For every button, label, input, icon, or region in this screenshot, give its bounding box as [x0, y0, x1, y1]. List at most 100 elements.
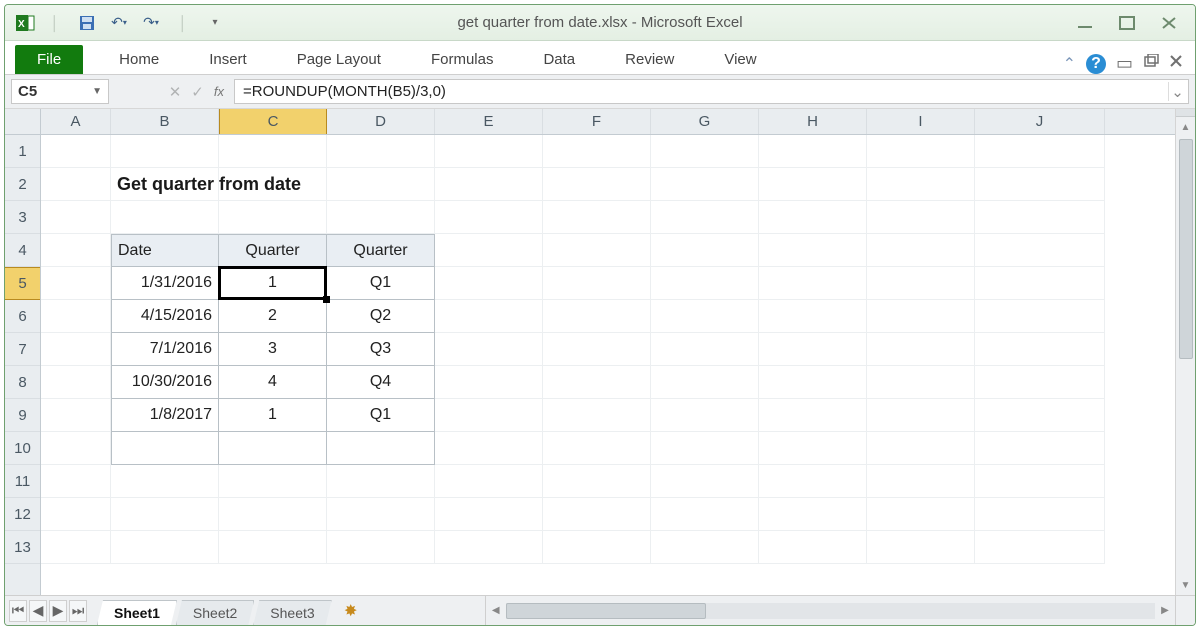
row-header-2[interactable]: 2: [5, 168, 40, 201]
cell-J10[interactable]: [975, 432, 1105, 465]
cell-E10[interactable]: [435, 432, 543, 465]
column-header-B[interactable]: B: [111, 109, 219, 134]
cell-B2[interactable]: Get quarter from date: [111, 168, 219, 201]
row-header-6[interactable]: 6: [5, 300, 40, 333]
new-sheet-button[interactable]: ✸: [337, 596, 365, 625]
fill-handle[interactable]: [323, 296, 330, 303]
cell-I11[interactable]: [867, 465, 975, 498]
cell-A9[interactable]: [41, 399, 111, 432]
sheet-tab-sheet3[interactable]: Sheet3: [253, 600, 331, 625]
cell-D1[interactable]: [327, 135, 435, 168]
cell-J12[interactable]: [975, 498, 1105, 531]
cell-H13[interactable]: [759, 531, 867, 564]
column-header-E[interactable]: E: [435, 109, 543, 134]
cell-F12[interactable]: [543, 498, 651, 531]
cell-B13[interactable]: [111, 531, 219, 564]
cell-J2[interactable]: [975, 168, 1105, 201]
cell-J1[interactable]: [975, 135, 1105, 168]
cell-H5[interactable]: [759, 267, 867, 300]
cell-E1[interactable]: [435, 135, 543, 168]
cell-A12[interactable]: [41, 498, 111, 531]
cell-E3[interactable]: [435, 201, 543, 234]
cell-D12[interactable]: [327, 498, 435, 531]
cell-H4[interactable]: [759, 234, 867, 267]
cell-H9[interactable]: [759, 399, 867, 432]
cell-J6[interactable]: [975, 300, 1105, 333]
cell-B10[interactable]: [111, 432, 219, 465]
cell-C10[interactable]: [219, 432, 327, 465]
tab-formulas[interactable]: Formulas: [427, 45, 498, 74]
row-header-3[interactable]: 3: [5, 201, 40, 234]
column-header-I[interactable]: I: [867, 109, 975, 134]
row-header-11[interactable]: 11: [5, 465, 40, 498]
cell-B11[interactable]: [111, 465, 219, 498]
cell-C4[interactable]: Quarter: [219, 234, 327, 267]
cell-I3[interactable]: [867, 201, 975, 234]
name-box[interactable]: C5 ▼: [11, 79, 109, 104]
cell-I8[interactable]: [867, 366, 975, 399]
close-button[interactable]: [1157, 15, 1181, 31]
cell-J5[interactable]: [975, 267, 1105, 300]
row-header-9[interactable]: 9: [5, 399, 40, 432]
scroll-right-icon[interactable]: ▶: [1155, 596, 1175, 625]
minimize-button[interactable]: [1073, 15, 1097, 31]
column-header-G[interactable]: G: [651, 109, 759, 134]
cell-H1[interactable]: [759, 135, 867, 168]
cell-G5[interactable]: [651, 267, 759, 300]
cell-C13[interactable]: [219, 531, 327, 564]
cell-D4[interactable]: Quarter: [327, 234, 435, 267]
cell-H7[interactable]: [759, 333, 867, 366]
row-header-12[interactable]: 12: [5, 498, 40, 531]
cell-J11[interactable]: [975, 465, 1105, 498]
cell-F8[interactable]: [543, 366, 651, 399]
cell-G2[interactable]: [651, 168, 759, 201]
cell-B7[interactable]: 7/1/2016: [111, 333, 219, 366]
cell-F4[interactable]: [543, 234, 651, 267]
cell-E2[interactable]: [435, 168, 543, 201]
cell-I12[interactable]: [867, 498, 975, 531]
cell-F3[interactable]: [543, 201, 651, 234]
scroll-up-icon[interactable]: ▲: [1176, 117, 1195, 137]
vscroll-thumb[interactable]: [1179, 139, 1193, 359]
cell-B4[interactable]: Date: [111, 234, 219, 267]
row-header-7[interactable]: 7: [5, 333, 40, 366]
cell-B5[interactable]: 1/31/2016: [111, 267, 219, 300]
cell-F1[interactable]: [543, 135, 651, 168]
cell-A4[interactable]: [41, 234, 111, 267]
cell-E4[interactable]: [435, 234, 543, 267]
cell-I4[interactable]: [867, 234, 975, 267]
cell-I9[interactable]: [867, 399, 975, 432]
cells[interactable]: Get quarter from dateDateQuarterQuarter1…: [41, 135, 1175, 564]
row-header-10[interactable]: 10: [5, 432, 40, 465]
cell-J7[interactable]: [975, 333, 1105, 366]
cell-H10[interactable]: [759, 432, 867, 465]
tab-home[interactable]: Home: [115, 45, 163, 74]
file-tab[interactable]: File: [15, 45, 83, 74]
ribbon-minimize-chevron-icon[interactable]: ⌃: [1063, 54, 1076, 74]
sheet-tab-sheet2[interactable]: Sheet2: [176, 600, 254, 625]
cell-D2[interactable]: [327, 168, 435, 201]
sheet-nav-prev-icon[interactable]: ◀: [29, 600, 47, 622]
tab-review[interactable]: Review: [621, 45, 678, 74]
cell-E12[interactable]: [435, 498, 543, 531]
cell-C6[interactable]: 2: [219, 300, 327, 333]
column-header-H[interactable]: H: [759, 109, 867, 134]
cell-B8[interactable]: 10/30/2016: [111, 366, 219, 399]
cell-H8[interactable]: [759, 366, 867, 399]
hscroll-track[interactable]: [506, 603, 1155, 619]
cell-A11[interactable]: [41, 465, 111, 498]
sheet-nav-next-icon[interactable]: ▶: [49, 600, 67, 622]
fx-icon[interactable]: fx: [214, 84, 224, 99]
split-handle[interactable]: [1176, 109, 1195, 117]
cell-D7[interactable]: Q3: [327, 333, 435, 366]
cell-G3[interactable]: [651, 201, 759, 234]
cell-C2[interactable]: [219, 168, 327, 201]
maximize-button[interactable]: [1115, 15, 1139, 31]
row-header-13[interactable]: 13: [5, 531, 40, 564]
tab-view[interactable]: View: [720, 45, 760, 74]
scroll-left-icon[interactable]: ◀: [486, 596, 506, 625]
cell-D8[interactable]: Q4: [327, 366, 435, 399]
cell-A7[interactable]: [41, 333, 111, 366]
cell-H3[interactable]: [759, 201, 867, 234]
row-header-4[interactable]: 4: [5, 234, 40, 267]
